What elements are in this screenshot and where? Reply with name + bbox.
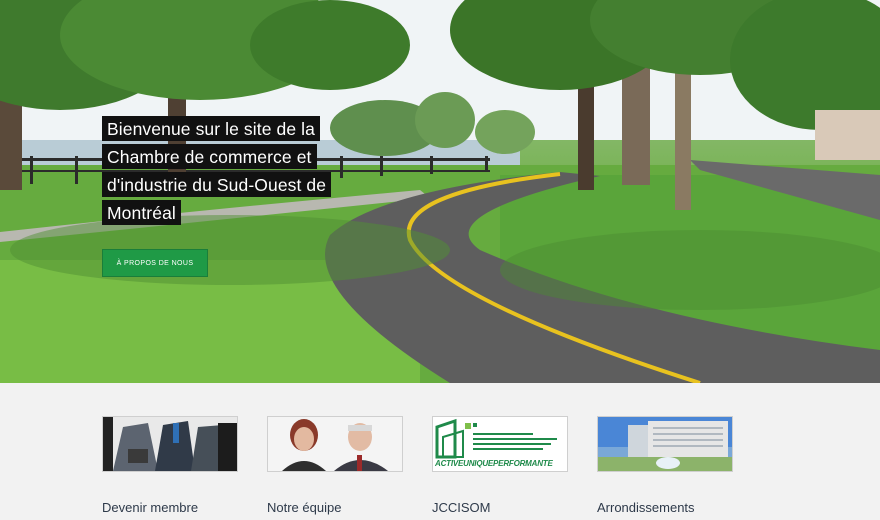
card-label[interactable]: Arrondissements bbox=[597, 500, 733, 515]
city-building-image bbox=[597, 416, 733, 472]
hero-headline-line: Chambre de commerce et bbox=[102, 144, 317, 169]
about-us-button[interactable]: À PROPOS DE NOUS bbox=[102, 249, 208, 277]
jccisom-logo: ACTIVEUNIQUEPERFORMANTE bbox=[432, 416, 568, 472]
feature-cards: Devenir membre Notre équipe ACTIVEUNIQUE… bbox=[0, 383, 880, 520]
card-devenir-membre[interactable]: Devenir membre bbox=[102, 416, 238, 515]
jccisom-logo-tagline: ACTIVEUNIQUEPERFORMANTE bbox=[435, 459, 553, 468]
card-label[interactable]: JCCISOM bbox=[432, 500, 568, 515]
hero-headline-line: Montréal bbox=[102, 200, 181, 225]
card-arrondissements[interactable]: Arrondissements bbox=[597, 416, 733, 515]
card-notre-equipe[interactable]: Notre équipe bbox=[267, 416, 403, 515]
card-label[interactable]: Devenir membre bbox=[102, 500, 238, 515]
hero-headline: Bienvenue sur le site de la Chambre de c… bbox=[102, 116, 362, 228]
hero-banner: Bienvenue sur le site de la Chambre de c… bbox=[0, 0, 880, 383]
card-jccisom[interactable]: ACTIVEUNIQUEPERFORMANTE JCCISOM bbox=[432, 416, 568, 515]
team-photo-image bbox=[267, 416, 403, 472]
business-people-image bbox=[102, 416, 238, 472]
hero-headline-line: d'industrie du Sud-Ouest de bbox=[102, 172, 332, 197]
hero-headline-line: Bienvenue sur le site de la bbox=[102, 116, 320, 141]
card-label[interactable]: Notre équipe bbox=[267, 500, 403, 515]
